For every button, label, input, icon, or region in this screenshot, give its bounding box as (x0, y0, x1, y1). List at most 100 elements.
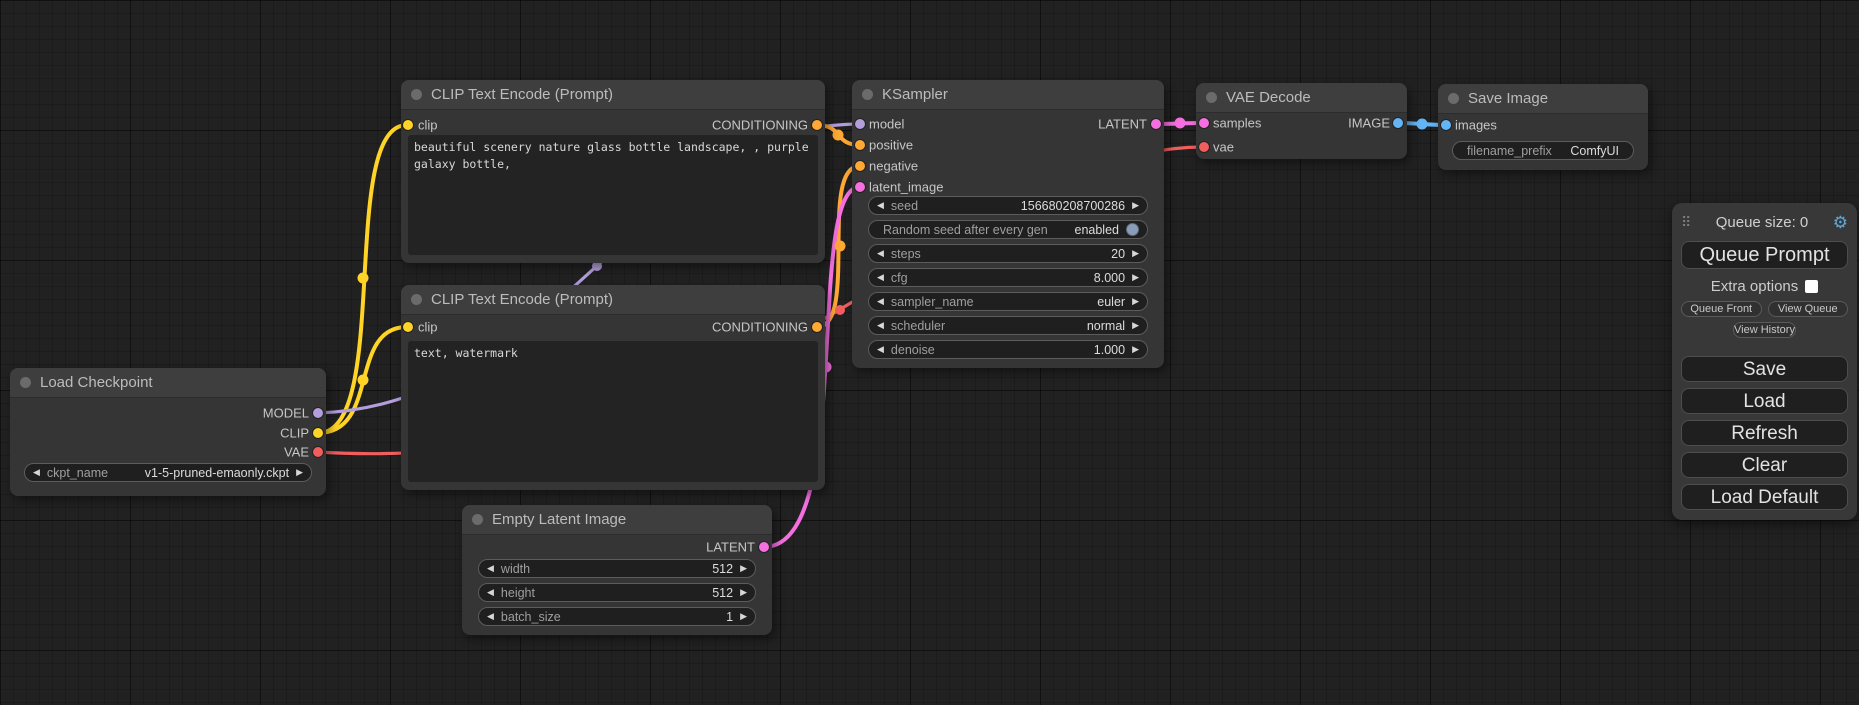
node-ksampler[interactable]: KSampler model positive negative latent_… (852, 80, 1164, 368)
negative-input-port[interactable] (855, 161, 865, 171)
refresh-button[interactable]: Refresh (1681, 420, 1848, 446)
prev-value-arrow-icon[interactable]: ◀ (877, 297, 884, 306)
collapse-dot-icon[interactable] (1448, 93, 1459, 104)
width-widget[interactable]: ◀ width 512 ▶ (478, 559, 756, 578)
node-titlebar[interactable]: Save Image (1438, 84, 1648, 114)
output-label-image: IMAGE (1348, 116, 1390, 131)
queue-prompt-button[interactable]: Queue Prompt (1681, 241, 1848, 269)
input-label-latent-image: latent_image (869, 180, 943, 195)
node-title: Empty Latent Image (492, 511, 626, 528)
widget-label: sampler_name (891, 295, 974, 309)
load-button[interactable]: Load (1681, 388, 1848, 414)
prev-value-arrow-icon[interactable]: ◀ (877, 273, 884, 282)
node-titlebar[interactable]: KSampler (852, 80, 1164, 110)
filename-prefix-widget[interactable]: filename_prefix ComfyUI (1452, 141, 1634, 160)
clip-input-port[interactable] (403, 120, 413, 130)
positive-prompt-textarea[interactable]: beautiful scenery nature glass bottle la… (408, 135, 818, 255)
sampler-name-widget[interactable]: ◀ sampler_name euler ▶ (868, 292, 1148, 311)
widget-label: height (501, 586, 535, 600)
next-value-arrow-icon[interactable]: ▶ (1132, 345, 1139, 354)
prev-value-arrow-icon[interactable]: ◀ (487, 564, 494, 573)
collapse-dot-icon[interactable] (862, 89, 873, 100)
latent-image-input-port[interactable] (855, 182, 865, 192)
next-value-arrow-icon[interactable]: ▶ (296, 468, 303, 477)
cfg-widget[interactable]: ◀ cfg 8.000 ▶ (868, 268, 1148, 287)
widget-value: 156680208700286 (1021, 199, 1125, 213)
next-value-arrow-icon[interactable]: ▶ (740, 588, 747, 597)
node-clip-text-encode-negative[interactable]: CLIP Text Encode (Prompt) clip CONDITION… (401, 285, 825, 490)
clear-button[interactable]: Clear (1681, 452, 1848, 478)
clip-input-port[interactable] (403, 322, 413, 332)
ckpt-name-widget[interactable]: ◀ ckpt_name v1-5-pruned-emaonly.ckpt ▶ (24, 463, 312, 482)
view-history-button[interactable]: View History (1733, 322, 1796, 338)
graph-canvas[interactable]: { "colors": { "clip": "#FFD426", "model"… (0, 0, 1859, 705)
next-value-arrow-icon[interactable]: ▶ (1132, 297, 1139, 306)
height-widget[interactable]: ◀ height 512 ▶ (478, 583, 756, 602)
load-default-button[interactable]: Load Default (1681, 484, 1848, 510)
drag-handle-icon[interactable]: ⠿ (1681, 214, 1691, 231)
node-vae-decode[interactable]: VAE Decode samples vae IMAGE (1196, 83, 1407, 159)
widget-value: ComfyUI (1570, 144, 1619, 158)
node-titlebar[interactable]: CLIP Text Encode (Prompt) (401, 80, 825, 110)
negative-prompt-textarea[interactable]: text, watermark (408, 341, 818, 482)
node-title: VAE Decode (1226, 89, 1311, 106)
image-output-port[interactable] (1393, 118, 1403, 128)
collapse-dot-icon[interactable] (20, 377, 31, 388)
node-titlebar[interactable]: Load Checkpoint (10, 368, 326, 398)
prev-value-arrow-icon[interactable]: ◀ (877, 249, 884, 258)
widget-label: ckpt_name (47, 466, 108, 480)
positive-input-port[interactable] (855, 140, 865, 150)
prev-value-arrow-icon[interactable]: ◀ (877, 345, 884, 354)
view-queue-button[interactable]: View Queue (1768, 301, 1849, 317)
model-input-port[interactable] (855, 119, 865, 129)
collapse-dot-icon[interactable] (411, 294, 422, 305)
latent-output-port[interactable] (1151, 119, 1161, 129)
node-titlebar[interactable]: CLIP Text Encode (Prompt) (401, 285, 825, 315)
queue-front-button[interactable]: Queue Front (1681, 301, 1762, 317)
extra-options-checkbox[interactable] (1805, 280, 1818, 293)
node-empty-latent-image[interactable]: Empty Latent Image LATENT ◀ width 512 ▶ … (462, 505, 772, 635)
latent-output-port[interactable] (759, 542, 769, 552)
samples-input-port[interactable] (1199, 118, 1209, 128)
steps-widget[interactable]: ◀ steps 20 ▶ (868, 244, 1148, 263)
node-load-checkpoint[interactable]: Load Checkpoint MODEL CLIP VAE ◀ ckpt_na… (10, 368, 326, 496)
node-clip-text-encode-positive[interactable]: CLIP Text Encode (Prompt) clip CONDITION… (401, 80, 825, 263)
conditioning-output-port[interactable] (812, 120, 822, 130)
next-value-arrow-icon[interactable]: ▶ (1132, 201, 1139, 210)
queue-size-label: Queue size: 0 (1691, 214, 1832, 231)
batch-size-widget[interactable]: ◀ batch_size 1 ▶ (478, 607, 756, 626)
next-value-arrow-icon[interactable]: ▶ (1132, 321, 1139, 330)
collapse-dot-icon[interactable] (411, 89, 422, 100)
prev-value-arrow-icon[interactable]: ◀ (487, 588, 494, 597)
prev-value-arrow-icon[interactable]: ◀ (877, 201, 884, 210)
gear-icon[interactable]: ⚙ (1833, 214, 1848, 231)
conditioning-output-port[interactable] (812, 322, 822, 332)
node-titlebar[interactable]: Empty Latent Image (462, 505, 772, 535)
next-value-arrow-icon[interactable]: ▶ (1132, 273, 1139, 282)
prev-value-arrow-icon[interactable]: ◀ (877, 321, 884, 330)
next-value-arrow-icon[interactable]: ▶ (1132, 249, 1139, 258)
collapse-dot-icon[interactable] (472, 514, 483, 525)
model-output-port[interactable] (313, 408, 323, 418)
next-value-arrow-icon[interactable]: ▶ (740, 564, 747, 573)
seed-widget[interactable]: ◀ seed 156680208700286 ▶ (868, 196, 1148, 215)
next-value-arrow-icon[interactable]: ▶ (740, 612, 747, 621)
denoise-widget[interactable]: ◀ denoise 1.000 ▶ (868, 340, 1148, 359)
random-seed-toggle-widget[interactable]: Random seed after every gen enabled (868, 220, 1148, 239)
link-midpoint-dot (1417, 119, 1428, 130)
node-titlebar[interactable]: VAE Decode (1196, 83, 1407, 113)
save-button[interactable]: Save (1681, 356, 1848, 382)
vae-output-port[interactable] (313, 447, 323, 457)
prev-value-arrow-icon[interactable]: ◀ (487, 612, 494, 621)
node-title: CLIP Text Encode (Prompt) (431, 86, 613, 103)
widget-label: cfg (891, 271, 908, 285)
images-input-port[interactable] (1441, 120, 1451, 130)
toggle-on-icon[interactable] (1126, 223, 1139, 236)
vae-input-port[interactable] (1199, 142, 1209, 152)
clip-output-port[interactable] (313, 428, 323, 438)
node-save-image[interactable]: Save Image images filename_prefix ComfyU… (1438, 84, 1648, 170)
prev-value-arrow-icon[interactable]: ◀ (33, 468, 40, 477)
collapse-dot-icon[interactable] (1206, 92, 1217, 103)
scheduler-widget[interactable]: ◀ scheduler normal ▶ (868, 316, 1148, 335)
input-label-clip: clip (418, 118, 438, 133)
